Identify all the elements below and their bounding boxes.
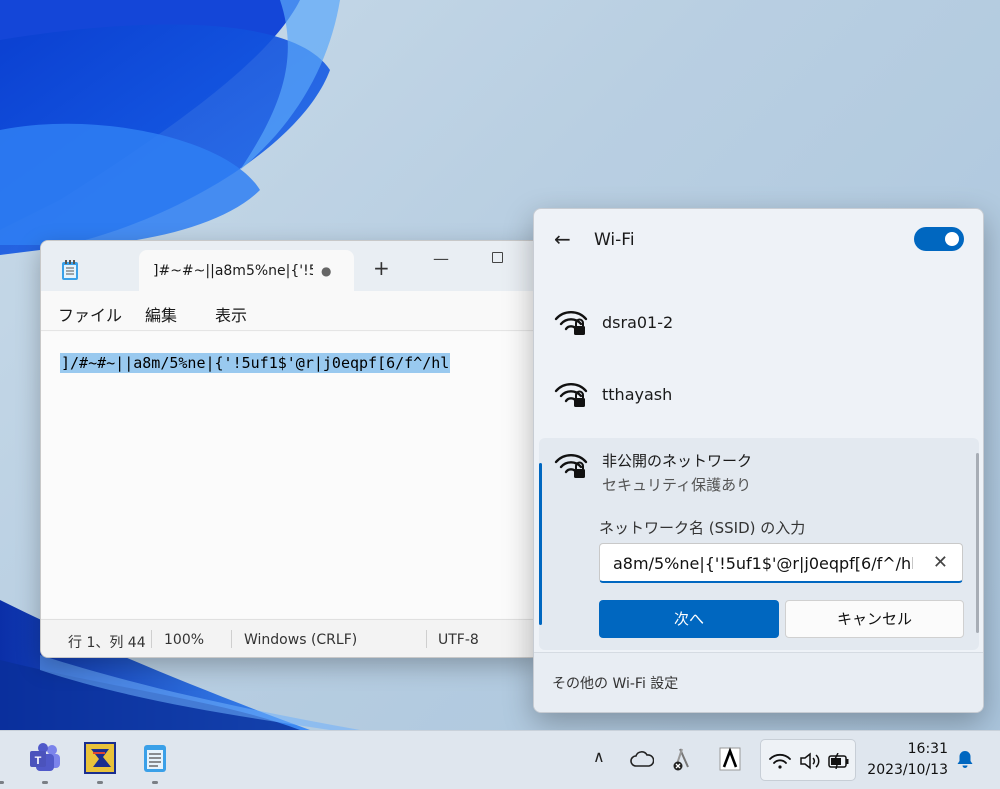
menu-file[interactable]: ファイル bbox=[58, 302, 122, 326]
scrollbar[interactable] bbox=[976, 453, 979, 633]
notepad-window: ]#~#~||a8m5%ne|{'!5u ● + — ファイル 編集 表示 ]/… bbox=[40, 240, 540, 658]
app-error-icon[interactable] bbox=[672, 747, 692, 771]
text-editor[interactable]: ]/#~#~||a8m/5%ne|{'!5uf1$'@r|j0eqpf[6/f^… bbox=[41, 332, 539, 618]
back-arrow-icon[interactable]: ← bbox=[554, 227, 571, 251]
running-indicator bbox=[152, 781, 158, 784]
wifi-toggle[interactable] bbox=[914, 227, 964, 251]
next-button[interactable]: 次へ bbox=[599, 600, 779, 638]
network-name: dsra01-2 bbox=[602, 313, 674, 332]
wifi-flyout: ← Wi-Fi dsra01-2 tthayash 非公開のネットワーク セキュ… bbox=[533, 208, 984, 713]
battery-charging-icon bbox=[828, 753, 849, 769]
zoom-level: 100% bbox=[164, 632, 205, 648]
flyout-title: Wi-Fi bbox=[594, 230, 635, 250]
tab-title: ]#~#~||a8m5%ne|{'!5u bbox=[153, 263, 313, 279]
teams-icon[interactable]: T bbox=[28, 741, 62, 775]
clear-icon[interactable]: ✕ bbox=[933, 552, 948, 573]
network-item[interactable]: tthayash bbox=[534, 361, 983, 427]
menu-edit[interactable]: 編集 bbox=[145, 302, 177, 326]
menu-view[interactable]: 表示 bbox=[215, 302, 247, 326]
minimize-button[interactable]: — bbox=[433, 249, 449, 268]
ssid-value: a8m/5%ne|{'!5uf1$'@r|j0eqpf[6/f^/hl bbox=[613, 554, 913, 573]
ime-mode-icon[interactable] bbox=[719, 747, 741, 771]
clock-date[interactable]: 2023/10/13 bbox=[866, 762, 948, 778]
running-indicator bbox=[42, 781, 48, 784]
encoding: UTF-8 bbox=[438, 632, 479, 648]
wifi-icon bbox=[769, 753, 791, 769]
cancel-button[interactable]: キャンセル bbox=[785, 600, 964, 638]
status-divider bbox=[151, 630, 152, 648]
running-indicator bbox=[97, 781, 103, 784]
wifi-locked-icon bbox=[554, 454, 588, 478]
wifi-locked-icon bbox=[554, 383, 588, 407]
unsaved-dot-icon[interactable]: ● bbox=[321, 264, 331, 278]
hidemaru-editor-icon[interactable] bbox=[83, 741, 117, 775]
hidden-network-panel: 非公開のネットワーク セキュリティ保護あり ネットワーク名 (SSID) の入力… bbox=[539, 438, 979, 650]
status-bar: 行 1、列 44 100% Windows (CRLF) UTF-8 bbox=[41, 619, 539, 657]
selected-text[interactable]: ]/#~#~||a8m/5%ne|{'!5uf1$'@r|j0eqpf[6/f^… bbox=[60, 353, 451, 373]
ssid-input[interactable]: a8m/5%ne|{'!5uf1$'@r|j0eqpf[6/f^/hl ✕ bbox=[599, 543, 963, 583]
ssid-label: ネットワーク名 (SSID) の入力 bbox=[599, 519, 806, 537]
cursor-position: 行 1、列 44 bbox=[68, 635, 146, 651]
show-hidden-icons-chevron-icon[interactable]: ∧ bbox=[593, 747, 605, 766]
network-item[interactable]: dsra01-2 bbox=[534, 289, 983, 355]
maximize-button[interactable] bbox=[492, 252, 503, 263]
onedrive-cloud-icon[interactable] bbox=[630, 751, 654, 767]
wifi-locked-icon bbox=[554, 311, 588, 335]
security-status: セキュリティ保護あり bbox=[602, 476, 752, 494]
menu-bar: ファイル 編集 表示 bbox=[41, 291, 539, 331]
more-wifi-settings-link[interactable]: その他の Wi-Fi 設定 bbox=[552, 673, 678, 693]
notepad-taskbar-icon[interactable] bbox=[138, 741, 172, 775]
new-tab-button[interactable]: + bbox=[373, 258, 390, 278]
hidden-network-name: 非公開のネットワーク bbox=[602, 452, 753, 470]
notification-bell-icon[interactable] bbox=[956, 749, 974, 769]
status-divider bbox=[426, 630, 427, 648]
flyout-footer: その他の Wi-Fi 設定 bbox=[534, 652, 983, 712]
network-name: tthayash bbox=[602, 385, 673, 404]
volume-icon bbox=[800, 752, 820, 770]
clock-time[interactable]: 16:31 bbox=[892, 741, 948, 757]
document-tab[interactable]: ]#~#~||a8m5%ne|{'!5u ● bbox=[139, 250, 354, 291]
quick-settings-button[interactable] bbox=[760, 739, 856, 781]
status-divider bbox=[231, 630, 232, 648]
line-ending: Windows (CRLF) bbox=[244, 632, 358, 648]
selection-accent bbox=[539, 463, 542, 625]
svg-text:T: T bbox=[35, 755, 42, 767]
taskbar: T ∧ 16:31 2023/10/13 bbox=[0, 730, 1000, 789]
notepad-app-icon bbox=[62, 260, 78, 280]
running-indicator bbox=[0, 781, 4, 784]
title-bar[interactable]: ]#~#~||a8m5%ne|{'!5u ● + — bbox=[41, 241, 539, 291]
toggle-knob bbox=[945, 232, 959, 246]
